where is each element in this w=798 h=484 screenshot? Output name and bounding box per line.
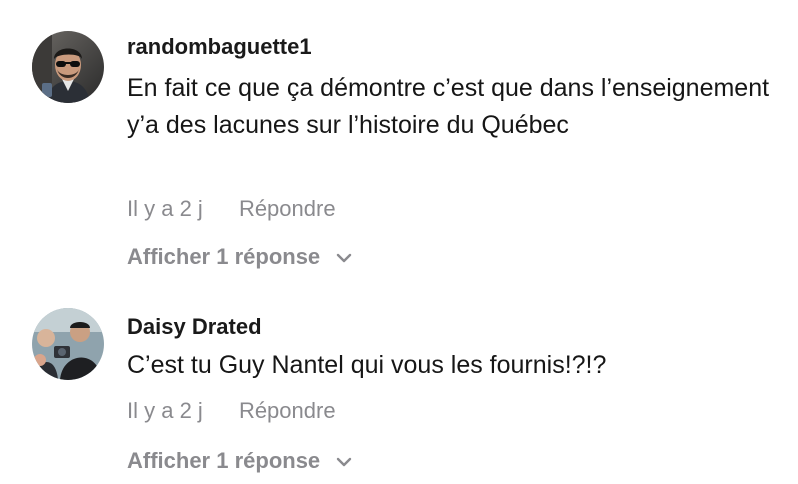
view-replies-button[interactable]: Afficher 1 réponse <box>127 448 352 475</box>
chevron-down-icon <box>336 447 352 473</box>
comment-meta: Il y a 2 j Répondre <box>127 196 336 222</box>
user-avatar[interactable] <box>32 308 104 380</box>
view-replies-label: Afficher 1 réponse <box>127 448 321 473</box>
reply-button[interactable]: Répondre <box>239 196 336 222</box>
comment-timestamp: Il y a 2 j <box>127 398 203 423</box>
comment-text: En fait ce que ça démontre c’est que dan… <box>127 74 770 139</box>
reply-button[interactable]: Répondre <box>239 398 336 424</box>
comment-username[interactable]: randombaguette1 <box>127 34 312 60</box>
comment-timestamp: Il y a 2 j <box>127 196 203 221</box>
comment-item: randombaguette1 En fait ce que ça démont… <box>0 0 798 290</box>
comment-text: C’est tu Guy Nantel qui vous les fournis… <box>127 351 607 379</box>
avatar-photo-icon <box>32 31 104 103</box>
comment-item: Daisy Drated C’est tu Guy Nantel qui vou… <box>0 290 798 484</box>
avatar-photo-icon <box>32 308 104 380</box>
user-avatar[interactable] <box>32 31 104 103</box>
chevron-down-icon <box>336 243 352 269</box>
comment-meta: Il y a 2 j Répondre <box>127 398 336 424</box>
view-replies-button[interactable]: Afficher 1 réponse <box>127 244 352 271</box>
comment-username[interactable]: Daisy Drated <box>127 314 262 340</box>
view-replies-label: Afficher 1 réponse <box>127 244 321 269</box>
